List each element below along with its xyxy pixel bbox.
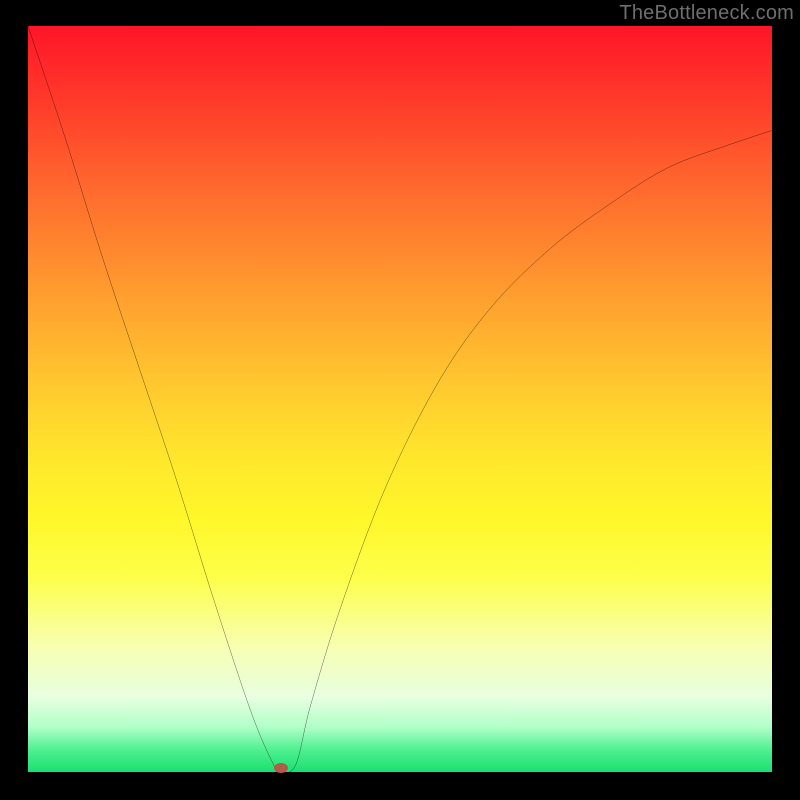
bottleneck-curve bbox=[28, 26, 772, 772]
chart-frame: TheBottleneck.com bbox=[0, 0, 800, 800]
watermark-text: TheBottleneck.com bbox=[619, 2, 794, 25]
optimal-point-marker bbox=[274, 763, 288, 773]
plot-area bbox=[28, 26, 772, 772]
